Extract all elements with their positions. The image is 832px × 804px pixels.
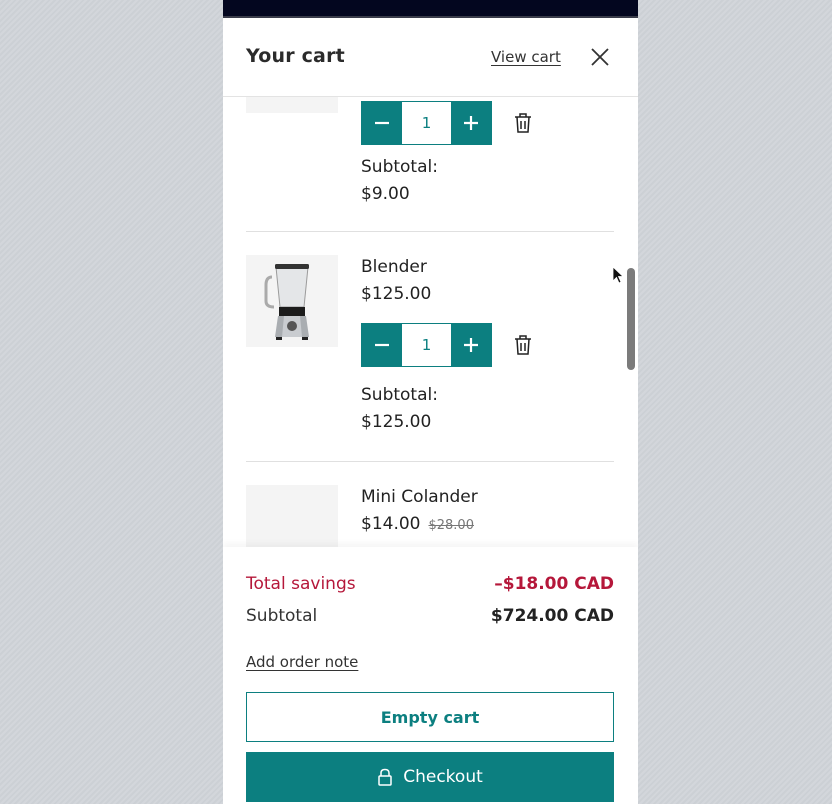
cart-footer: Total savings –$18.00 CAD Subtotal $724.… xyxy=(223,547,638,804)
total-savings-label: Total savings xyxy=(246,574,356,594)
item-subtotal-label: Subtotal: xyxy=(361,157,438,177)
item-subtotal-value: $9.00 xyxy=(361,184,410,204)
cart-title: Your cart xyxy=(246,45,345,67)
cart-drawer: Your cart View cart 1 Subtotal: $9.00 Bl… xyxy=(223,18,638,804)
site-top-bar xyxy=(223,0,638,18)
product-price: $125.00 xyxy=(361,284,432,304)
add-order-note-link[interactable]: Add order note xyxy=(246,653,358,671)
product-image xyxy=(246,485,338,547)
cart-item: Mini Colander $14.00 $28.00 xyxy=(246,485,614,547)
checkout-label: Checkout xyxy=(403,767,483,787)
close-button[interactable] xyxy=(589,46,611,68)
item-subtotal-value: $125.00 xyxy=(361,412,432,432)
product-name[interactable]: Mini Colander xyxy=(361,487,478,507)
plus-icon xyxy=(464,116,478,130)
close-icon xyxy=(591,48,609,66)
cart-header: Your cart View cart xyxy=(223,18,638,97)
subtotal-label: Subtotal xyxy=(246,606,318,626)
scrollbar-thumb[interactable] xyxy=(627,268,635,370)
sale-price: $14.00 xyxy=(361,514,421,534)
item-subtotal-label: Subtotal: xyxy=(361,385,438,405)
trash-icon xyxy=(515,113,531,133)
total-savings-value: –$18.00 CAD xyxy=(494,574,614,594)
item-divider xyxy=(246,231,614,232)
compare-at-price: $28.00 xyxy=(428,518,474,533)
mouse-cursor-icon xyxy=(612,266,625,284)
quantity-input[interactable] xyxy=(402,102,451,144)
total-savings-row: Total savings –$18.00 CAD xyxy=(246,574,614,594)
subtotal-row: Subtotal $724.00 CAD xyxy=(246,606,614,626)
increase-quantity-button[interactable] xyxy=(451,102,491,144)
item-divider xyxy=(246,461,614,462)
minus-icon xyxy=(375,121,389,125)
increase-quantity-button[interactable] xyxy=(451,324,491,366)
quantity-stepper[interactable] xyxy=(361,323,492,367)
remove-item-button[interactable] xyxy=(512,111,534,135)
empty-cart-button[interactable]: Empty cart xyxy=(246,692,614,742)
plus-icon xyxy=(464,338,478,352)
product-name[interactable]: Blender xyxy=(361,257,427,277)
cart-items-list: Subtotal: $9.00 Blender $125. xyxy=(223,97,638,547)
decrease-quantity-button[interactable] xyxy=(362,324,402,366)
cart-item: Subtotal: $9.00 xyxy=(246,97,614,231)
decrease-quantity-button[interactable] xyxy=(362,102,402,144)
checkout-button[interactable]: Checkout xyxy=(246,752,614,802)
cart-item: Blender $125.00 Subtotal: $125.00 xyxy=(246,255,614,455)
quantity-input[interactable] xyxy=(402,324,451,366)
subtotal-value: $724.00 CAD xyxy=(490,606,614,626)
minus-icon xyxy=(375,343,389,347)
lock-icon xyxy=(378,768,392,786)
blender-image xyxy=(264,264,309,340)
view-cart-link[interactable]: View cart xyxy=(491,48,561,66)
product-image xyxy=(246,255,338,347)
trash-icon xyxy=(515,335,531,355)
remove-item-button[interactable] xyxy=(512,333,534,357)
product-price: $14.00 $28.00 xyxy=(361,514,474,534)
quantity-stepper[interactable] xyxy=(361,101,492,145)
product-image xyxy=(246,97,338,113)
empty-cart-label: Empty cart xyxy=(380,707,480,727)
